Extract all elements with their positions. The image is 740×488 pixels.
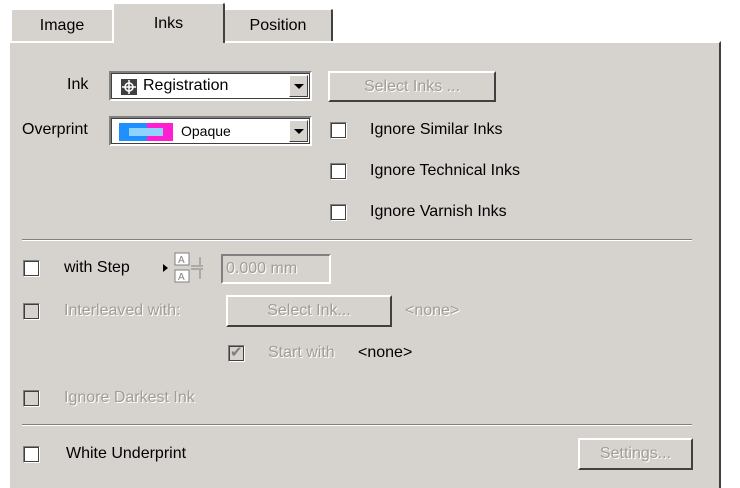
overprint-label: Overprint: [22, 121, 88, 138]
ignore-darkest-checkbox[interactable]: [23, 390, 40, 407]
overprint-dropdown[interactable]: Opaque: [109, 116, 312, 146]
step-distance-value: 0.000 mm: [226, 260, 298, 277]
separator-2: [22, 424, 692, 426]
chevron-down-icon: [293, 128, 304, 134]
ignore-darkest-label: Ignore Darkest Ink: [64, 389, 195, 406]
settings-label: Settings...: [599, 445, 672, 462]
registration-icon: [121, 79, 137, 95]
overprint-swatch-icon: [119, 123, 173, 146]
select-ink-button[interactable]: Select Ink...: [226, 295, 392, 327]
interleaved-value: <none>: [405, 302, 460, 319]
interleaved-label: Interleaved with:: [64, 302, 181, 319]
white-underprint-label: White Underprint: [66, 445, 187, 462]
checkmark-icon: ✔: [230, 344, 243, 361]
chevron-down-icon: [293, 83, 304, 89]
select-inks-button[interactable]: Select Inks ...: [328, 71, 496, 102]
settings-button[interactable]: Settings...: [578, 438, 693, 470]
ignore-similar-checkbox[interactable]: [330, 122, 347, 139]
step-arrow-icon: [163, 264, 168, 272]
ignore-technical-checkbox[interactable]: [330, 163, 347, 180]
ignore-technical-label: Ignore Technical Inks: [370, 162, 521, 179]
tab-inks[interactable]: Inks: [112, 2, 225, 43]
start-with-label: Start with: [268, 344, 335, 361]
overprint-value: Opaque: [181, 123, 231, 139]
start-with-checkbox[interactable]: ✔: [228, 344, 245, 362]
tab-image[interactable]: Image: [10, 8, 114, 42]
start-with-value: <none>: [358, 344, 413, 361]
white-underprint-checkbox[interactable]: [23, 446, 40, 463]
ignore-varnish-checkbox[interactable]: [330, 204, 347, 221]
overprint-dropdown-arrow[interactable]: [289, 120, 308, 142]
select-inks-label: Select Inks ...: [363, 77, 461, 95]
tab-inks-label: Inks: [153, 14, 184, 32]
ink-label: Ink: [67, 76, 89, 93]
separator-1: [22, 239, 692, 241]
ignore-similar-label: Ignore Similar Inks: [370, 121, 503, 138]
ink-dropdown[interactable]: Registration: [109, 71, 312, 101]
svg-text:A: A: [178, 272, 185, 283]
select-ink-label: Select Ink...: [267, 302, 351, 319]
tab-position[interactable]: Position: [223, 8, 333, 42]
step-spacing-icon: A A: [173, 251, 217, 290]
ink-value: Registration: [143, 77, 229, 94]
interleaved-checkbox[interactable]: [23, 303, 40, 320]
ink-dropdown-arrow[interactable]: [289, 75, 308, 97]
with-step-label: with Step: [64, 259, 130, 276]
step-distance-field[interactable]: 0.000 mm: [221, 254, 331, 284]
tab-position-label: Position: [249, 17, 307, 34]
with-step-checkbox[interactable]: [23, 260, 40, 277]
svg-text:A: A: [178, 255, 185, 266]
ignore-varnish-label: Ignore Varnish Inks: [370, 203, 507, 220]
tab-image-label: Image: [39, 17, 85, 34]
